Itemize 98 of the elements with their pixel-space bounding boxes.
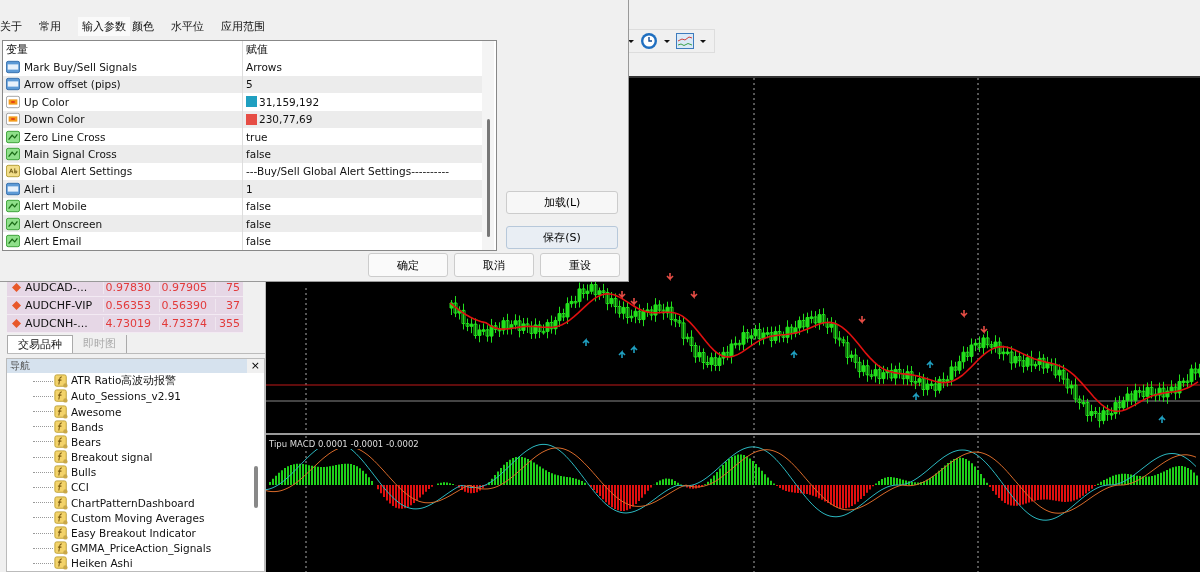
parameter-name[interactable]: Alert Onscreen xyxy=(3,214,243,233)
indicator-item[interactable]: Bands xyxy=(7,419,264,435)
text-icon xyxy=(6,164,20,179)
parameter-value[interactable]: ---Buy/Sell Global Alert Settings---------- xyxy=(243,162,450,181)
dialog-button[interactable]: 重设 xyxy=(540,253,620,277)
function-icon xyxy=(54,541,68,556)
parameter-name[interactable]: Mark Buy/Sell Signals xyxy=(3,58,243,76)
parameter-value[interactable]: 1 xyxy=(243,180,253,198)
up-arrow-icon xyxy=(912,392,920,401)
parameter-value[interactable]: false xyxy=(243,214,271,233)
dialog-button[interactable]: 取消 xyxy=(454,253,534,277)
caret-icon[interactable] xyxy=(664,39,670,43)
parameter-name[interactable]: Arrow offset (pips) xyxy=(3,75,243,94)
spread-value: 355 xyxy=(215,317,243,331)
down-arrow-icon xyxy=(980,325,988,334)
dialog-button[interactable]: 加载(L) xyxy=(506,191,618,214)
indicator-label: Tipu MACD 0.0001 -0.0001 -0.0002 xyxy=(268,439,420,449)
tab[interactable]: 输入参数 xyxy=(78,17,130,36)
indicator-item[interactable]: Heiken Ashi xyxy=(7,555,264,571)
parameter-value[interactable]: false xyxy=(243,145,271,163)
caret-icon[interactable] xyxy=(700,39,706,43)
down-arrow-icon xyxy=(858,315,866,324)
toggle-icon xyxy=(6,199,20,214)
spread-value: 37 xyxy=(215,299,243,313)
toggle-icon xyxy=(6,234,20,248)
parameter-value[interactable]: true xyxy=(243,127,268,146)
symbol-name: AUDCHF-VIP xyxy=(25,299,94,313)
ask-price: 0.56390 xyxy=(159,299,215,313)
parameter-value[interactable]: Arrows xyxy=(243,58,282,76)
close-button[interactable]: × xyxy=(246,358,264,373)
toggle-icon xyxy=(6,216,20,231)
function-icon xyxy=(54,389,68,404)
ask-price: 4.73374 xyxy=(159,317,215,331)
up-arrow-icon xyxy=(618,350,626,359)
down-arrow-icon xyxy=(618,290,626,299)
indicator-item[interactable]: Custom Moving Averages xyxy=(7,510,264,526)
chart-icon[interactable] xyxy=(676,32,694,50)
down-arrow-icon xyxy=(666,272,674,281)
function-icon xyxy=(54,556,68,571)
function-icon xyxy=(54,404,68,419)
parameter-name[interactable]: Alert Mobile xyxy=(3,197,243,215)
function-icon xyxy=(54,450,68,465)
indicator-item[interactable]: Easy Breakout Indicator xyxy=(7,525,264,541)
function-icon xyxy=(54,480,68,495)
down-arrow-icon xyxy=(630,297,638,306)
parameter-value[interactable]: 31,159,192 xyxy=(243,93,320,111)
scrollbar-thumb[interactable] xyxy=(254,465,258,508)
parameter-value[interactable]: false xyxy=(243,232,271,250)
parameter-name[interactable]: Up Color xyxy=(3,93,243,111)
indicator-item[interactable]: CCI xyxy=(7,479,264,496)
palette-icon xyxy=(6,112,20,127)
indicator-item[interactable]: Bulls xyxy=(7,464,264,480)
function-icon xyxy=(54,510,68,525)
parameter-value[interactable]: false xyxy=(243,197,271,215)
up-arrow-icon xyxy=(630,345,638,354)
parameter-value[interactable]: 5 xyxy=(243,75,253,94)
column-header: 赋值 xyxy=(245,41,268,57)
indicator-item[interactable]: ChartPatternDashboard xyxy=(7,495,264,511)
number-icon xyxy=(6,181,20,196)
up-arrow-icon xyxy=(1158,415,1166,424)
bid-price: 4.73019 xyxy=(103,317,159,331)
function-icon xyxy=(54,434,68,449)
indicator-item[interactable]: Awesome xyxy=(7,403,264,420)
parameter-name[interactable]: Down Color xyxy=(3,110,243,128)
up-arrow-icon xyxy=(926,360,934,369)
up-arrow-icon xyxy=(582,338,590,347)
scrollbar-thumb[interactable] xyxy=(487,119,490,237)
indicator-item[interactable]: ATR Ratio高波动报警 xyxy=(7,373,264,389)
indicator-item[interactable]: Breakout signal xyxy=(7,449,264,465)
clock-icon[interactable] xyxy=(640,32,658,50)
column-header: 变量 xyxy=(3,41,243,59)
down-arrow-icon xyxy=(690,290,698,299)
toggle-icon xyxy=(6,129,20,144)
indicator-item[interactable]: Auto_Sessions_v2.91 xyxy=(7,388,264,404)
down-arrow-icon xyxy=(960,309,968,318)
number-icon xyxy=(6,77,20,92)
indicator-item[interactable]: Bears xyxy=(7,434,264,450)
function-icon xyxy=(54,419,68,434)
dialog-button[interactable]: 确定 xyxy=(368,253,448,277)
indicator-item[interactable]: GMMA_PriceAction_Signals xyxy=(7,540,264,556)
parameter-name[interactable]: Alert Email xyxy=(3,232,243,250)
panel-tab[interactable]: 交易品种 xyxy=(7,335,73,353)
function-icon xyxy=(54,526,68,541)
toggle-icon xyxy=(6,147,20,162)
function-icon xyxy=(54,495,68,510)
symbol-name: AUDCAD-... xyxy=(25,281,89,295)
function-icon xyxy=(54,374,68,389)
symbol-name: AUDCNH-... xyxy=(25,317,89,331)
navigator-title: 导航 xyxy=(9,358,30,373)
function-icon xyxy=(54,465,68,480)
parameter-name[interactable]: Alert i xyxy=(3,180,243,198)
dialog-button[interactable]: 保存(S) xyxy=(506,226,618,249)
parameter-name[interactable]: Main Signal Cross xyxy=(3,145,243,163)
palette-icon xyxy=(6,94,20,109)
bid-price: 0.56353 xyxy=(103,299,159,313)
up-arrow-icon xyxy=(790,350,798,359)
number-icon xyxy=(6,60,20,75)
parameter-value[interactable]: 230,77,69 xyxy=(243,110,313,128)
